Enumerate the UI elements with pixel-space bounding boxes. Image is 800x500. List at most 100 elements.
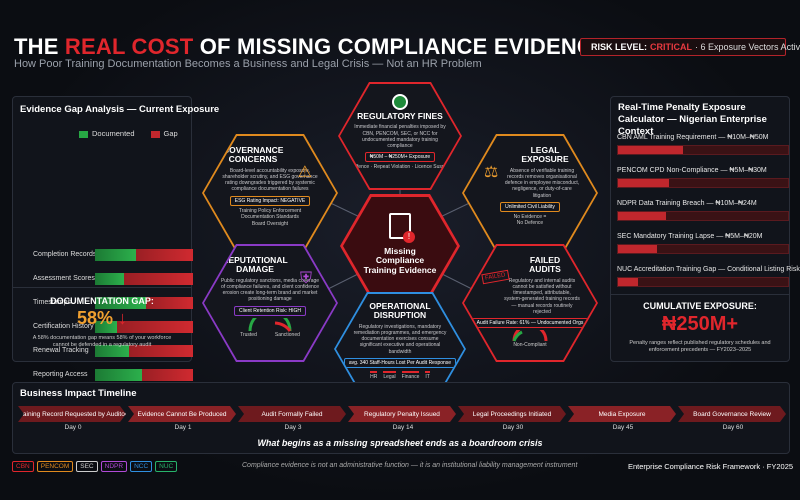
gap-legend: Documented Gap [79, 129, 178, 138]
timeline-day: Day 30 [502, 424, 524, 431]
gauge-labels: Trusted Sanctioned [240, 331, 300, 338]
penalty-row: PENCOM CPD Non-Compliance — ₦5M–₦30M [617, 167, 789, 188]
down-arrow-icon: ↓ [118, 308, 128, 328]
gap-row-bar [95, 369, 193, 381]
warning-shield-icon: ⚠ [297, 164, 312, 181]
fines-title: REGULATORY FINES [357, 111, 443, 121]
timeline-step: Legal Proceedings Initiated [458, 406, 566, 422]
timeline-step: Evidence Cannot Be Produced [128, 406, 236, 422]
governance-items: Training Policy Enforcement Documentatio… [238, 207, 302, 227]
gap-row-bar [95, 249, 193, 261]
infographic-page: THE REAL COST OF MISSING COMPLIANCE EVID… [0, 0, 800, 500]
penalty-row: CBN AML Training Requirement — ₦10M–₦50M [617, 134, 789, 155]
governance-pill: ESG Rating Impact: NEGATIVE [229, 195, 311, 206]
nigeria-emblem-icon [392, 94, 408, 110]
timeline-step: Audit Formally Failed [238, 406, 346, 422]
operational-desc: Regulatory investigations, mandatory rem… [353, 323, 447, 355]
penalty-row-fill [618, 212, 666, 220]
audits-title: FAILED AUDITS [529, 255, 561, 275]
timeline-step: Training Record Requested by Auditor [18, 406, 126, 422]
documented-segment [95, 249, 137, 261]
cumulative-value: ₦250M+ [661, 313, 739, 335]
penalty-row-fill [618, 146, 683, 154]
timeline-step: Regulatory Penalty Issued [348, 406, 456, 422]
documented-segment [95, 369, 143, 381]
operational-pill: avg. 340 Staff-Hours Lost Per Audit Resp… [343, 357, 457, 368]
regulator-chip: NDPR [100, 461, 128, 472]
penalty-row: NDPR Data Training Breach — ₦10M–₦24M [617, 200, 789, 221]
gap-row-label: Completion Records [33, 251, 97, 258]
timeline-tagline: What begins as a missing spreadsheet end… [257, 438, 543, 448]
penalty-row-bar [617, 244, 789, 254]
gap-segment [124, 273, 193, 285]
penalty-row-label: PENCOM CPD Non-Compliance — ₦5M–₦30M [617, 167, 767, 174]
timeline-day: Day 60 [722, 424, 744, 431]
documented-segment [95, 273, 125, 285]
regulator-chip: NUC [155, 461, 178, 472]
regulator-chip: NCC [130, 461, 153, 472]
reputational-title: REPUTATIONAL DAMAGE [222, 255, 288, 275]
timeline-day: Day 1 [174, 424, 192, 431]
fines-pill: ₦50M – ₦250M+ Exposure [364, 152, 436, 163]
scales-icon: ⚖ [484, 164, 499, 181]
penalty-row-label: NDPR Data Training Breach — ₦10M–₦24M [617, 200, 757, 207]
gap-analysis-title: Evidence Gap Analysis — Current Exposure [20, 104, 220, 115]
penalty-row-label: SEC Mandatory Training Lapse — ₦5M–₦20M [617, 233, 763, 240]
audits-gauge-label: Non-Compliant [513, 342, 547, 349]
legal-items: No Evidence = No Defence [513, 213, 547, 227]
page-title: THE REAL COST OF MISSING COMPLIANCE EVID… [14, 34, 608, 59]
gap-label: DOCUMENTATION GAP: [50, 296, 154, 306]
legal-title: LEGAL EXPOSURE [521, 145, 569, 165]
penalty-row-label: CBN AML Training Requirement — ₦10M–₦50M [617, 134, 769, 141]
timeline-step: Media Exposure [568, 406, 676, 422]
timeline-day: Day 45 [612, 424, 634, 431]
legal-pill: Unlimited Civil Liability [500, 201, 560, 212]
gap-note: A 58% documentation gap means 58% of you… [32, 335, 172, 349]
dept-bars: HR Legal Finance IT [370, 370, 430, 381]
penalty-row-fill [618, 278, 639, 286]
calculator-note: Penalty ranges reflect published regulat… [629, 340, 771, 354]
reputational-desc: Public regulatory sanctions, media cover… [220, 277, 320, 303]
regulator-chips: CBN PENCOM SEC NDPR NCC NUC [12, 461, 180, 472]
penalty-row: SEC Mandatory Training Lapse — ₦5M–₦20M [617, 233, 789, 254]
fines-desc: Immediate financial penalties imposed by… [354, 124, 446, 150]
regulator-chip: PENCOM [36, 461, 74, 472]
penalty-row-bar [617, 277, 789, 287]
audits-pill: Audit Failure Rate: 61% — Undocumented O… [471, 318, 589, 329]
timeline-day: Day 0 [64, 424, 82, 431]
page-subtitle: How Poor Training Documentation Becomes … [14, 58, 482, 70]
penalty-row-fill [618, 179, 669, 187]
regulator-chip: SEC [76, 461, 98, 472]
penalty-row-bar [617, 145, 789, 155]
cumulative-label: CUMULATIVE EXPOSURE: [643, 301, 757, 311]
penalty-row-bar [617, 211, 789, 221]
cumulative-box: CUMULATIVE EXPOSURE: ₦250M+ Penalty rang… [610, 294, 790, 354]
timeline-step: Board Governance Review [678, 406, 786, 422]
gap-segment [142, 369, 193, 381]
penalty-row-fill [618, 245, 658, 253]
legend-documented: Documented [79, 129, 135, 138]
reputational-pill: Client Retention Risk: HIGH [234, 305, 306, 316]
document-error-icon: ! [389, 213, 415, 243]
timeline-day: Day 3 [284, 424, 302, 431]
operational-title: OPERATIONAL DISRUPTION [369, 301, 431, 321]
penalty-row-label: NUC Accreditation Training Gap — Conditi… [617, 266, 800, 273]
broken-shield-icon: ⛨ [299, 270, 312, 287]
gap-analysis-panel: Evidence Gap Analysis — Current Exposure… [12, 96, 219, 381]
penalty-row-bar [617, 178, 789, 188]
regulator-chip: CBN [12, 461, 34, 472]
compliance-gauge [512, 330, 548, 342]
penalty-row: NUC Accreditation Training Gap — Conditi… [617, 266, 800, 287]
footer-framework: Enterprise Compliance Risk Framework · F… [628, 462, 794, 471]
legend-gap: Gap [150, 129, 178, 138]
gap-row-label: Assessment Scores [33, 275, 95, 282]
risk-level-badge: RISK LEVEL: CRITICAL · 6 Exposure Vector… [580, 38, 800, 56]
footer-note: Compliance evidence is not an administra… [242, 462, 578, 469]
gap-segment [136, 249, 193, 261]
gap-value: 58% ↓ [76, 308, 128, 328]
gap-row-bar [95, 273, 193, 285]
gap-row-label: Reporting Access [33, 371, 88, 378]
reputation-gauge [248, 317, 292, 332]
timeline-day: Day 14 [392, 424, 414, 431]
governance-desc: Board-level accountability exposure, sha… [222, 167, 318, 193]
